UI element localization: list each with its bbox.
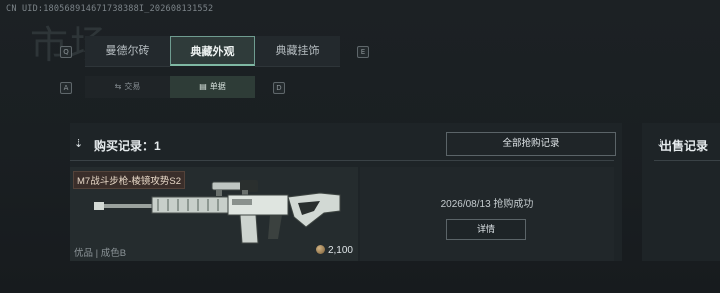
tab-collection-charms[interactable]: 典藏挂饰 (255, 36, 340, 67)
item-price: 2,100 (315, 245, 353, 256)
category-tabs: 曼德尔砖 典藏外观 典藏挂饰 (85, 36, 340, 67)
key-hint-d: D (273, 82, 285, 94)
sell-records-title: 出售记录 (660, 139, 709, 153)
subtab-documents[interactable]: ▤ 单据 (170, 76, 255, 98)
purchase-item-card[interactable]: M7战斗步枪-棱镜攻势S2 优品 | 成色B 2,100 (70, 167, 358, 261)
purchase-date-status: 2026/08/13 抢购成功 (440, 199, 534, 210)
sub-tabs: ⇆ 交易 ▤ 单据 (85, 76, 255, 98)
uid-label: CN UID:180568914671738388I_202608131552 (6, 4, 214, 14)
purchase-records-title: 购买记录：1 (94, 139, 161, 153)
header-divider (70, 160, 614, 161)
key-hint-a: A (60, 82, 72, 94)
all-purchase-records-button[interactable]: 全部抢购记录 (446, 132, 616, 156)
tab-mandel-brick[interactable]: 曼德尔砖 (85, 36, 170, 67)
key-hint-q: Q (60, 46, 72, 58)
purchase-status-area: 2026/08/13 抢购成功 详情 (360, 167, 614, 261)
key-hint-e: E (357, 46, 369, 58)
subtab-trade[interactable]: ⇆ 交易 (85, 76, 170, 98)
subtab-documents-label: 单据 (209, 82, 226, 91)
details-button[interactable]: 详情 (446, 219, 526, 240)
purchase-records-panel: ⇣ 购买记录：1 全部抢购记录 M7战斗步枪-棱镜攻势S2 优品 | 成色B 2… (70, 123, 622, 261)
coin-icon (315, 245, 325, 254)
tab-collection-skins[interactable]: 典藏外观 (170, 36, 255, 66)
item-price-value: 2,100 (327, 245, 353, 256)
purchase-records-header: ⇣ 购买记录：1 全部抢购记录 (70, 123, 622, 161)
sell-records-panel: ⇣ 出售记录 (642, 123, 720, 261)
document-icon: ▤ (199, 82, 207, 91)
subtab-trade-label: 交易 (124, 82, 141, 91)
rifle-image (94, 180, 341, 244)
trade-icon: ⇆ (114, 82, 122, 91)
sell-header-divider (654, 160, 720, 161)
record-icon: ⇣ (74, 138, 84, 150)
item-quality: 优品 | 成色B (74, 248, 127, 259)
